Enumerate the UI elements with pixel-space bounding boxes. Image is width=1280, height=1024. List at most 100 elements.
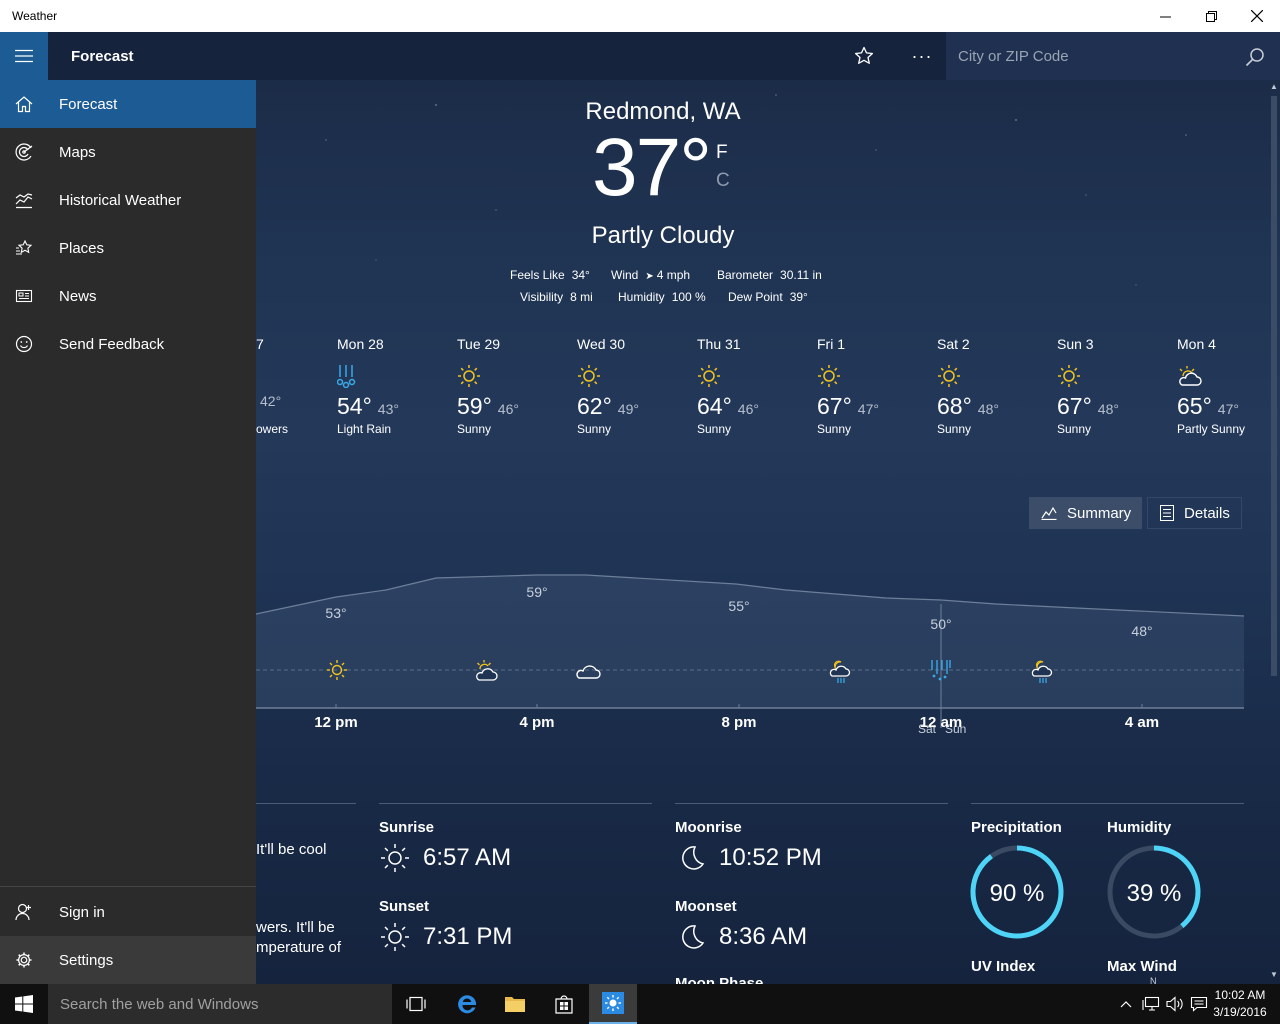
scroll-thumb[interactable] — [1271, 96, 1277, 676]
day-low: 46° — [497, 401, 519, 417]
section-divider — [675, 803, 948, 804]
nav-divider — [0, 886, 256, 887]
day-high: 59° — [457, 393, 492, 419]
daily-forecast-item[interactable]: 7 42° owers — [256, 336, 296, 436]
nav-item-maps[interactable]: Maps — [0, 128, 256, 176]
daily-forecast-item[interactable]: Wed 30 62° 49° Sunny — [577, 336, 697, 436]
sun-icon — [458, 365, 480, 387]
scroll-down-icon[interactable]: ▼ — [1270, 970, 1278, 979]
daily-forecast-item[interactable]: Mon 4 65° 47° Partly Sunny — [1177, 336, 1267, 436]
system-clock[interactable]: 10:02 AM 3/19/2016 — [1210, 987, 1270, 1021]
sun-icon — [818, 365, 840, 387]
start-button[interactable] — [0, 984, 48, 1024]
sunrise-icon — [381, 844, 409, 872]
precipitation-value: 90 % — [989, 880, 1045, 907]
minimize-button[interactable] — [1142, 0, 1188, 32]
scroll-up-icon[interactable]: ▲ — [1270, 82, 1278, 91]
taskbar-search[interactable]: Search the web and Windows — [48, 984, 392, 1024]
restore-button[interactable] — [1188, 0, 1234, 32]
weather-taskbar-button[interactable] — [589, 984, 637, 1024]
restore-icon — [1205, 10, 1217, 22]
network-button[interactable] — [1140, 984, 1162, 1024]
day-name: Wed 30 — [577, 336, 625, 352]
task-view-button[interactable] — [392, 984, 440, 1024]
day-condition: Sunny — [937, 422, 972, 436]
favorite-button[interactable] — [846, 40, 882, 72]
hourly-temp-label: 48° — [1131, 623, 1152, 639]
search-input[interactable] — [946, 32, 1236, 80]
edge-button[interactable] — [443, 984, 491, 1024]
sunrise: 6:57 AM — [379, 842, 511, 874]
nav-item-sign-in[interactable]: Sign in — [0, 888, 256, 936]
day-high: 65° — [1177, 393, 1212, 419]
max-wind-direction: N — [1150, 976, 1157, 984]
show-hidden-icons-button[interactable] — [1116, 984, 1136, 1024]
max-wind-label: Max Wind — [1107, 958, 1177, 975]
precipitation-label: Precipitation — [971, 819, 1062, 836]
vertical-scrollbar[interactable]: ▲ ▼ — [1268, 80, 1280, 984]
line-chart-icon — [1041, 506, 1057, 520]
moon-icon — [682, 846, 705, 870]
nav-item-places[interactable]: Places — [0, 224, 256, 272]
hourly-chart[interactable]: 53° 59° 55° 50° 48° Sat Sun — [256, 542, 1256, 742]
day-name: 7 — [256, 336, 264, 352]
sun-icon — [698, 365, 720, 387]
close-button[interactable] — [1234, 0, 1280, 32]
action-center-button[interactable] — [1188, 984, 1210, 1024]
file-explorer-button[interactable] — [491, 984, 539, 1024]
day-name: Sat 2 — [937, 336, 970, 352]
windows-logo-icon — [15, 995, 33, 1013]
search-button[interactable] — [1242, 44, 1268, 70]
nav-label: Forecast — [59, 95, 118, 113]
wind-value: 4 mph — [656, 268, 691, 282]
daily-forecast-item[interactable]: Mon 28 54° 43° Light Rain — [337, 336, 457, 436]
dew-point: Dew Point 39° — [728, 290, 808, 304]
visibility-value: 8 mi — [570, 290, 593, 304]
moonset-label: Moonset — [675, 898, 737, 915]
humidity: Humidity 100 % — [618, 290, 706, 304]
day-condition: owers — [256, 422, 289, 436]
nav-item-forecast[interactable]: Forecast — [0, 80, 256, 128]
dew-point-label: Dew Point — [728, 290, 783, 304]
unit-celsius-toggle[interactable]: C — [716, 170, 730, 192]
visibility-label: Visibility — [520, 290, 564, 304]
nav-label: Sign in — [59, 903, 105, 921]
day-high: 67° — [1057, 393, 1092, 419]
task-view-icon — [406, 996, 426, 1012]
sunset-icon — [381, 923, 409, 951]
unit-fahrenheit-toggle[interactable]: F — [716, 142, 728, 164]
nav-item-historical-weather[interactable]: Historical Weather — [0, 176, 256, 224]
day-condition: Sunny — [697, 422, 732, 436]
nav-item-settings[interactable]: Settings — [0, 936, 256, 984]
day-condition: Sunny — [817, 422, 852, 436]
details-toggle[interactable]: Details — [1147, 497, 1242, 529]
volume-button[interactable] — [1164, 984, 1186, 1024]
hourly-temp-label: 59° — [526, 584, 547, 600]
daily-forecast-item[interactable]: Sat 2 68° 48° Sunny — [937, 336, 1057, 436]
daily-forecast-item[interactable]: Fri 1 67° 47° Sunny — [817, 336, 937, 436]
summary-toggle[interactable]: Summary — [1029, 497, 1142, 529]
time-label: 4 am — [1124, 714, 1160, 731]
smiley-icon — [15, 335, 33, 353]
visibility: Visibility 8 mi — [520, 290, 593, 304]
summary-label: Summary — [1067, 504, 1132, 522]
barometer: Barometer 30.11 in — [717, 268, 822, 282]
moon-icon — [682, 925, 705, 949]
nav-label: Places — [59, 239, 105, 257]
day-low: 48° — [977, 401, 999, 417]
more-button[interactable]: ··· — [904, 40, 940, 72]
nav-item-news[interactable]: News — [0, 272, 256, 320]
current-temperature: 37° — [592, 122, 712, 213]
sunrise-value: 6:57 AM — [423, 844, 512, 871]
daily-forecast-item[interactable]: Sun 3 67° 48° Sunny — [1057, 336, 1177, 436]
store-button[interactable] — [540, 984, 588, 1024]
daily-forecast-item[interactable]: Tue 29 59° 46° Sunny — [457, 336, 577, 436]
hamburger-button[interactable] — [0, 32, 48, 80]
time-label: 12 pm — [314, 714, 358, 731]
moonset-value: 8:36 AM — [719, 923, 808, 950]
moonrise-label: Moonrise — [675, 819, 742, 836]
day-condition: Sunny — [577, 422, 612, 436]
daily-forecast-item[interactable]: Thu 31 64° 46° Sunny — [697, 336, 817, 436]
nav-item-send-feedback[interactable]: Send Feedback — [0, 320, 256, 368]
nav-label: Maps — [59, 143, 96, 161]
